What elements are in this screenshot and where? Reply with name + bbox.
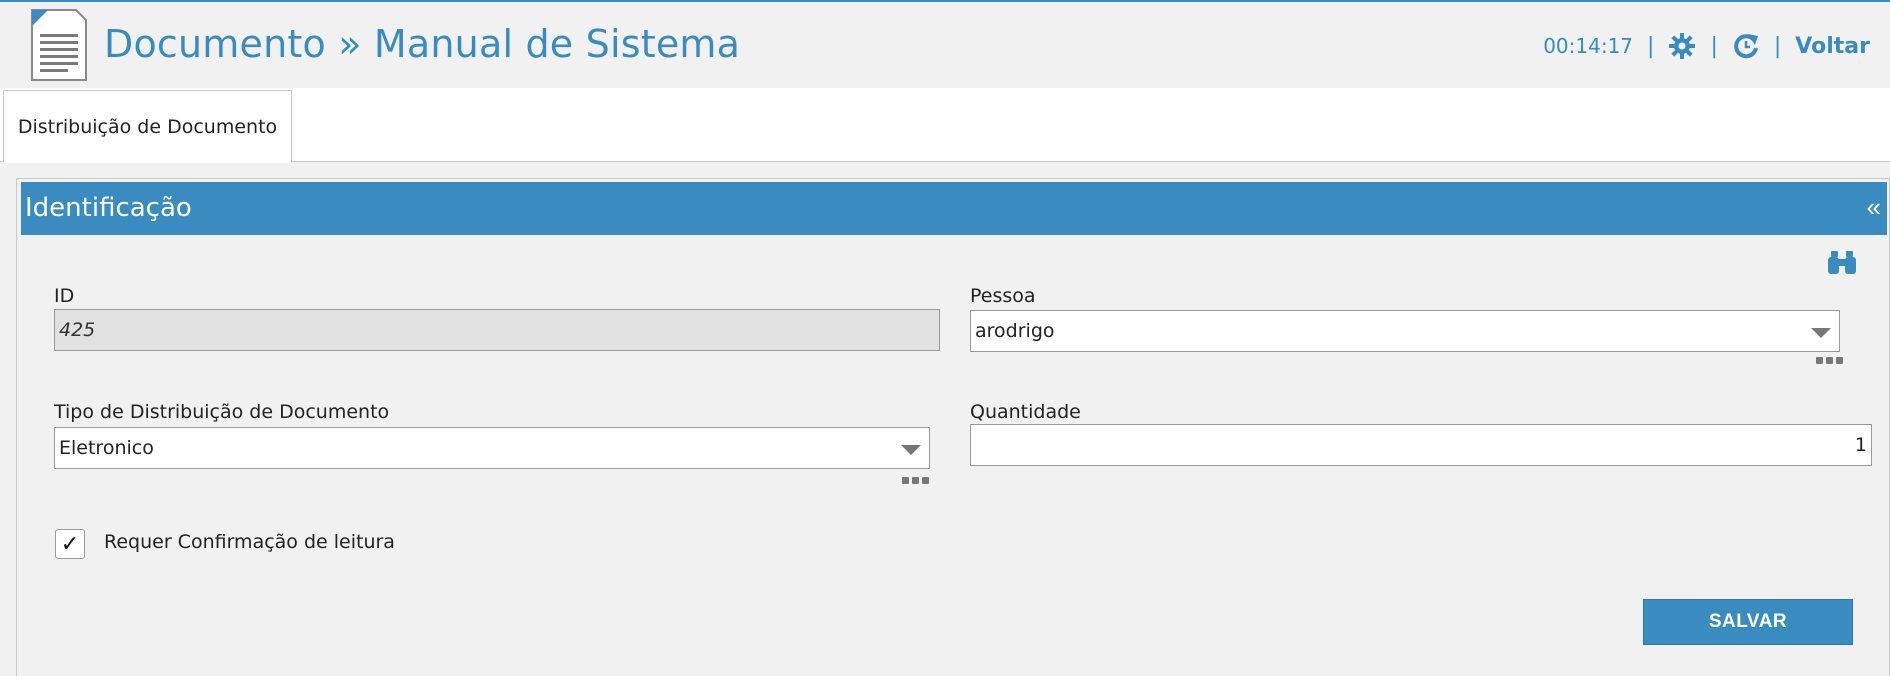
- collapse-section-button[interactable]: «: [1867, 192, 1881, 223]
- back-link[interactable]: Voltar: [1795, 34, 1870, 59]
- chevron-down-icon: [901, 445, 921, 455]
- session-clock: 00:14:17: [1543, 34, 1634, 58]
- form-panel: Identificação « ID 425 Pessoa arodrigo T…: [16, 178, 1890, 676]
- pessoa-more-options-icon[interactable]: [1816, 357, 1843, 364]
- quantidade-label: Quantidade: [970, 401, 1081, 423]
- pessoa-select[interactable]: arodrigo: [970, 310, 1840, 352]
- id-label: ID: [54, 285, 75, 307]
- pessoa-value: arodrigo: [975, 320, 1055, 342]
- gear-icon[interactable]: [1668, 32, 1696, 60]
- page-title: Documento » Manual de Sistema: [104, 22, 741, 66]
- id-field: 425: [54, 309, 940, 351]
- tipo-distribuicao-value: Eletronico: [59, 437, 154, 459]
- toolbar-separator: |: [1773, 33, 1782, 59]
- binoculars-icon[interactable]: [1827, 249, 1857, 275]
- tipo-more-options-icon[interactable]: [902, 477, 929, 484]
- document-icon: [31, 9, 87, 81]
- section-title: Identificação: [25, 193, 192, 223]
- app-header: Documento » Manual de Sistema 00:14:17 |…: [0, 2, 1890, 88]
- toolbar-separator: |: [1710, 33, 1718, 59]
- id-value: 425: [59, 319, 96, 341]
- confirmacao-label: Requer Confirmação de leitura: [104, 531, 395, 553]
- quantidade-input[interactable]: 1: [970, 424, 1872, 466]
- check-icon: ✓: [60, 531, 80, 556]
- pessoa-label: Pessoa: [970, 285, 1036, 307]
- quantidade-value: 1: [1854, 434, 1867, 456]
- tipo-distribuicao-select[interactable]: Eletronico: [54, 427, 930, 469]
- confirmacao-checkbox[interactable]: ✓: [55, 529, 85, 559]
- refresh-icon[interactable]: [1732, 32, 1760, 60]
- header-toolbar: 00:14:17 | | | Voltar: [1543, 28, 1870, 64]
- tipo-distribuicao-label: Tipo de Distribuição de Documento: [54, 401, 390, 423]
- section-header: Identificação «: [21, 182, 1887, 235]
- save-button[interactable]: SALVAR: [1643, 599, 1853, 645]
- chevron-down-icon: [1811, 328, 1831, 338]
- tab-distribuicao-documento[interactable]: Distribuição de Documento: [3, 90, 292, 163]
- tab-bar: Distribuição de Documento: [0, 88, 1890, 163]
- toolbar-separator: |: [1647, 33, 1655, 59]
